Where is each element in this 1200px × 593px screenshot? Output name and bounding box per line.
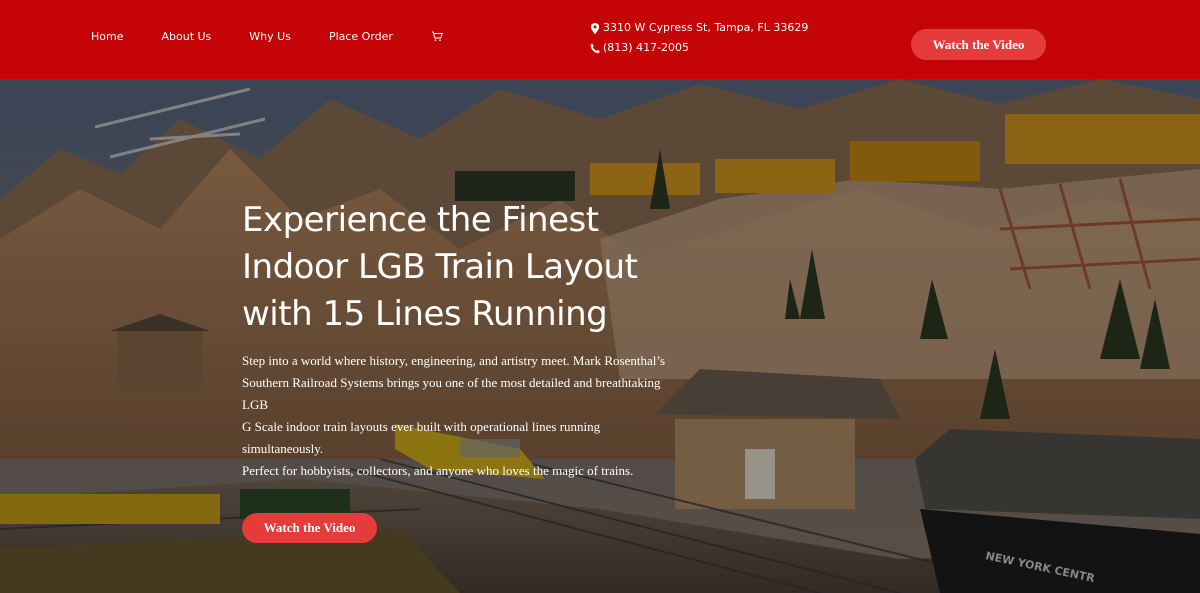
contact-info: 3310 W Cypress St, Tampa, FL 33629 (813)… <box>590 18 808 58</box>
hero-description: Step into a world where history, enginee… <box>242 350 682 482</box>
watch-video-hero-button[interactable]: Watch the Video <box>242 513 377 543</box>
hero-title-line: with 15 Lines Running <box>242 294 608 334</box>
watch-video-header-button[interactable]: Watch the Video <box>911 29 1046 60</box>
hero-description-line: Step into a world where history, enginee… <box>242 353 666 368</box>
phone-text[interactable]: (813) 417-2005 <box>603 38 689 58</box>
main-nav: Home About Us Why Us Place Order <box>91 30 447 43</box>
hero-section: NEW YORK CENTR Experience the Finest Ind… <box>0 79 1200 593</box>
phone-icon <box>590 43 600 53</box>
address-text: 3310 W Cypress St, Tampa, FL 33629 <box>603 21 809 34</box>
nav-place-order[interactable]: Place Order <box>329 30 393 43</box>
nav-home[interactable]: Home <box>91 30 123 43</box>
site-header: Home About Us Why Us Place Order 3310 W … <box>0 0 1200 79</box>
nav-why-us[interactable]: Why Us <box>249 30 291 43</box>
hero-title: Experience the Finest Indoor LGB Train L… <box>242 197 712 338</box>
map-pin-icon <box>590 22 600 34</box>
hero-description-line: G Scale indoor train layouts ever built … <box>242 419 601 456</box>
hero-description-line: Southern Railroad Systems brings you one… <box>242 375 661 412</box>
cart-icon[interactable] <box>431 29 447 43</box>
nav-about-us[interactable]: About Us <box>161 30 211 43</box>
phone-row[interactable]: (813) 417-2005 <box>590 38 808 58</box>
hero-title-line: Indoor LGB Train Layout <box>242 247 638 287</box>
address-row: 3310 W Cypress St, Tampa, FL 33629 <box>590 18 808 38</box>
hero-description-line: Perfect for hobbyists, collectors, and a… <box>242 463 634 478</box>
hero-title-line: Experience the Finest <box>242 200 599 240</box>
